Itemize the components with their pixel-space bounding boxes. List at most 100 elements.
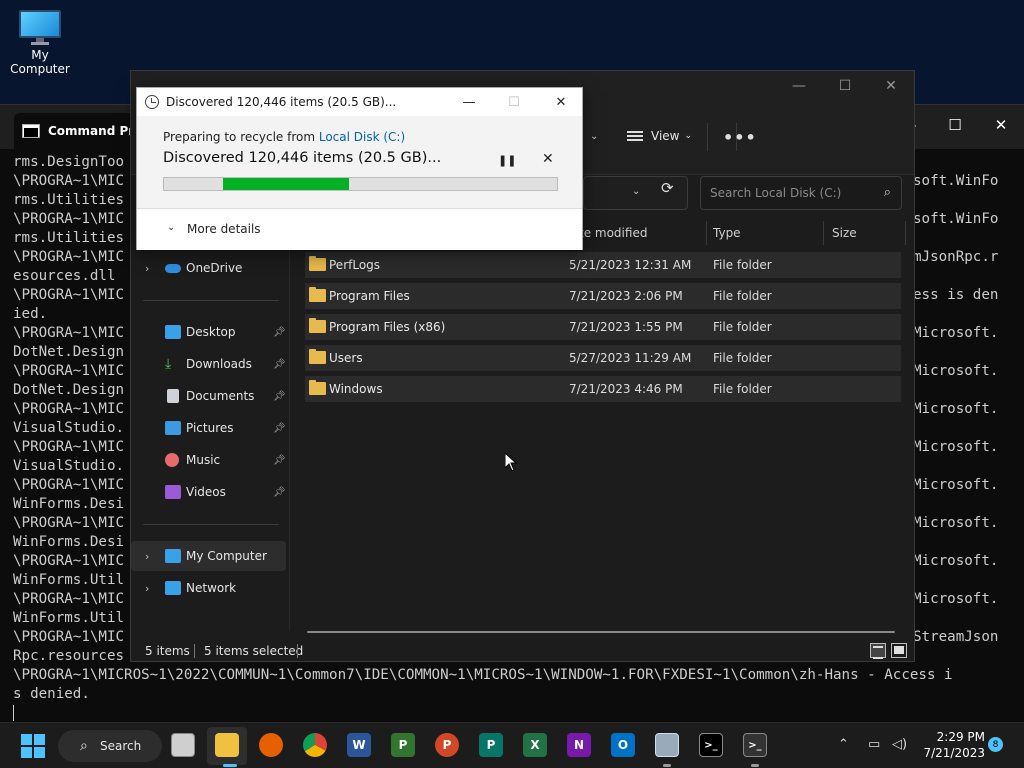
- status-bar: 5 items 5 items selected: [131, 639, 914, 663]
- column-header-size[interactable]: Size: [832, 221, 857, 245]
- chevron-down-icon[interactable]: ⌄: [167, 222, 175, 233]
- sidebar-item-documents[interactable]: Documents 📌︎: [131, 381, 287, 411]
- publisher-icon[interactable]: P: [479, 733, 503, 757]
- explorer-close-button[interactable]: ✕: [868, 71, 914, 101]
- network-tray-icon[interactable]: ▭: [868, 737, 880, 752]
- excel-icon[interactable]: X: [523, 733, 547, 757]
- refresh-icon[interactable]: ⟳: [661, 179, 674, 197]
- table-row[interactable]: Program Files (x86) 7/21/2023 1:55 PM Fi…: [305, 314, 901, 340]
- cmd-close-button[interactable]: ✕: [978, 105, 1024, 145]
- cloud-icon: [165, 264, 181, 273]
- cmd-taskbar-icon[interactable]: >_: [699, 733, 723, 757]
- sidebar-item-music[interactable]: Music 📌︎: [131, 445, 287, 475]
- more-details-button[interactable]: More details: [187, 222, 261, 236]
- table-row[interactable]: PerfLogs 5/21/2023 12:31 AM File folder: [305, 252, 901, 278]
- taskbar-search-button[interactable]: ⌕ Search: [58, 730, 162, 762]
- project-icon[interactable]: P: [391, 733, 415, 757]
- more-options-button[interactable]: •••: [723, 128, 757, 147]
- nav-divider: [143, 524, 279, 525]
- nav-pane-divider[interactable]: [289, 221, 290, 631]
- chevron-right-icon[interactable]: ›: [145, 582, 149, 595]
- sidebar-item-label: Network: [186, 581, 237, 595]
- chevron-down-icon[interactable]: ⌄: [632, 186, 640, 197]
- volume-icon[interactable]: ◁): [892, 737, 907, 752]
- sidebar-item-desktop[interactable]: Desktop 📌︎: [131, 317, 287, 347]
- taskbar: ⌕ Search W P P P X N O >_ >_ ⌃ ▭ ◁) 2:29…: [0, 722, 1024, 768]
- outlook-icon[interactable]: O: [611, 733, 635, 757]
- row-name: Users: [329, 351, 363, 365]
- chevron-up-icon[interactable]: ⌃: [838, 737, 849, 752]
- cmd-maximize-button[interactable]: ☐: [932, 105, 978, 145]
- chrome-icon[interactable]: [303, 733, 327, 757]
- computer-icon: [165, 549, 181, 563]
- system-clock[interactable]: 2:29 PM 7/21/2023: [915, 729, 985, 761]
- horizontal-scrollbar[interactable]: [307, 631, 895, 633]
- view-button[interactable]: View ⌄: [627, 129, 692, 143]
- sidebar-item-videos[interactable]: Videos 📌︎: [131, 477, 287, 507]
- pin-icon[interactable]: 📌︎: [273, 327, 286, 338]
- column-header-type[interactable]: Type: [713, 221, 741, 245]
- folder-icon: [309, 349, 326, 364]
- dialog-titlebar[interactable]: Discovered 120,446 items (20.5 GB)... — …: [137, 88, 582, 116]
- explorer-minimize-button[interactable]: —: [776, 71, 822, 101]
- pin-icon[interactable]: 📌︎: [273, 423, 286, 434]
- search-icon: ⌕: [80, 738, 88, 754]
- toolbar-divider: [707, 123, 708, 151]
- sidebar-item-downloads[interactable]: ⤓ Downloads 📌︎: [131, 349, 287, 379]
- sidebar-item-label: Desktop: [186, 325, 236, 339]
- search-placeholder: Search Local Disk (C:): [710, 186, 842, 200]
- source-link[interactable]: Local Disk (C:): [319, 130, 405, 144]
- word-icon[interactable]: W: [347, 733, 371, 757]
- sidebar-item-my-computer[interactable]: › My Computer: [131, 541, 286, 571]
- terminal-icon[interactable]: >_: [743, 733, 767, 757]
- firefox-icon[interactable]: [259, 733, 283, 757]
- prep-text: Preparing to recycle from: [163, 130, 319, 144]
- sidebar-item-network[interactable]: › Network: [131, 573, 287, 603]
- explorer-maximize-button[interactable]: ☐: [822, 71, 868, 101]
- clock-icon: [145, 95, 159, 109]
- row-date: 7/21/2023 4:46 PM: [569, 382, 683, 396]
- large-icons-view-button[interactable]: [891, 643, 907, 658]
- dialog-minimize-button[interactable]: —: [449, 92, 489, 112]
- row-type: File folder: [713, 320, 772, 334]
- powerpoint-icon[interactable]: P: [435, 733, 459, 757]
- dialog-close-button[interactable]: ✕: [541, 92, 581, 112]
- cancel-button[interactable]: ✕: [542, 151, 554, 167]
- chevron-right-icon[interactable]: ›: [145, 550, 149, 563]
- chevron-right-icon[interactable]: ›: [145, 262, 149, 275]
- document-icon: [167, 389, 179, 403]
- remote-desktop-icon[interactable]: [655, 733, 679, 757]
- notification-badge[interactable]: 8: [988, 737, 1003, 752]
- recycle-progress-dialog[interactable]: Discovered 120,446 items (20.5 GB)... — …: [136, 87, 583, 250]
- table-row[interactable]: Windows 7/21/2023 4:46 PM File folder: [305, 376, 901, 402]
- pin-icon[interactable]: 📌︎: [273, 391, 286, 402]
- folder-icon: [309, 318, 326, 333]
- chevron-down-icon[interactable]: ⌄: [590, 131, 598, 142]
- pin-icon[interactable]: 📌︎: [273, 359, 286, 370]
- onenote-icon[interactable]: N: [567, 733, 591, 757]
- start-button[interactable]: [21, 734, 45, 758]
- pause-button[interactable]: ❚❚: [498, 154, 516, 167]
- row-date: 5/21/2023 12:31 AM: [569, 258, 692, 272]
- details-view-button[interactable]: [870, 643, 886, 659]
- desktop-icon-my-computer[interactable]: My Computer: [2, 10, 78, 76]
- sidebar-item-pictures[interactable]: Pictures 📌︎: [131, 413, 287, 443]
- file-explorer-icon[interactable]: [215, 733, 239, 757]
- column-divider[interactable]: [706, 221, 707, 245]
- pin-icon[interactable]: 📌︎: [273, 487, 286, 498]
- search-input[interactable]: Search Local Disk (C:) ⌕: [700, 176, 902, 210]
- column-header-date[interactable]: te modified: [579, 221, 647, 245]
- row-name: PerfLogs: [329, 258, 381, 272]
- task-view-icon[interactable]: [171, 733, 195, 757]
- status-divider: [297, 644, 298, 658]
- row-date: 7/21/2023 2:06 PM: [569, 289, 683, 303]
- table-row[interactable]: Program Files 7/21/2023 2:06 PM File fol…: [305, 283, 901, 309]
- table-row[interactable]: Users 5/27/2023 11:29 AM File folder: [305, 345, 901, 371]
- pin-icon[interactable]: 📌︎: [273, 455, 286, 466]
- sidebar-item-onedrive[interactable]: › OneDrive: [131, 253, 287, 283]
- column-divider[interactable]: [823, 221, 824, 245]
- cmd-output-right: soft.WinFo soft.WinFo mJsonRpc.r ess is …: [913, 173, 999, 645]
- desktop-icon: [165, 325, 181, 339]
- column-divider[interactable]: [905, 221, 906, 245]
- computer-icon: [19, 10, 61, 45]
